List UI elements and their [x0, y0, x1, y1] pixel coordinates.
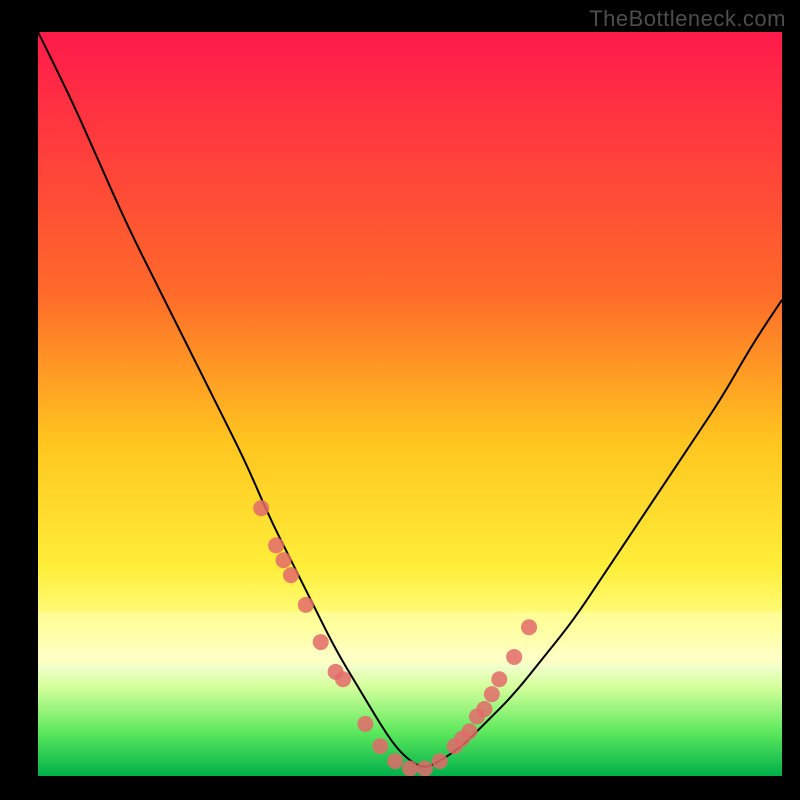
marker-point [313, 634, 329, 650]
marker-point [484, 686, 500, 702]
marker-point [357, 716, 373, 732]
marker-point [372, 738, 388, 754]
marker-point [335, 671, 351, 687]
marker-point [476, 701, 492, 717]
frame [0, 0, 38, 800]
marker-point [491, 671, 507, 687]
pale-band [38, 612, 782, 664]
marker-point [521, 619, 537, 635]
marker-point [298, 597, 314, 613]
bottleneck-chart [0, 0, 800, 800]
marker-point [268, 537, 284, 553]
marker-point [506, 649, 522, 665]
marker-point [283, 567, 299, 583]
frame [0, 776, 800, 800]
marker-point [402, 761, 418, 777]
frame [782, 0, 800, 800]
marker-point [387, 753, 403, 769]
watermark-text: TheBottleneck.com [589, 6, 786, 32]
chart-stage: TheBottleneck.com [0, 0, 800, 800]
marker-point [432, 753, 448, 769]
marker-point [253, 500, 269, 516]
marker-point [462, 723, 478, 739]
marker-point [417, 761, 433, 777]
marker-point [276, 552, 292, 568]
